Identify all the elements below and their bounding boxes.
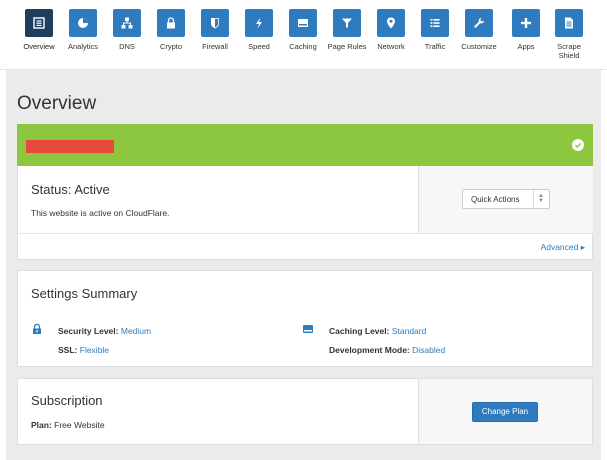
server-icon: [289, 9, 317, 37]
nav-item-overview[interactable]: Overview: [17, 9, 61, 51]
lightning-icon: [245, 9, 273, 37]
security-level-row: Security Level: Medium: [58, 326, 151, 336]
development-mode-value[interactable]: Disabled: [412, 345, 445, 355]
redacted-domain: [26, 140, 114, 153]
caching-level-label: Caching Level:: [329, 326, 390, 336]
plan-label: Plan:: [31, 420, 52, 430]
subscription-actions: Change Plan: [419, 379, 592, 444]
status-title: Status: Active: [31, 182, 110, 197]
page-title: Overview: [17, 93, 97, 114]
nav-label: Overview: [23, 42, 55, 51]
nav-item-traffic[interactable]: Traffic: [413, 9, 457, 51]
caching-level-value[interactable]: Standard: [392, 326, 427, 336]
settings-title: Settings Summary: [31, 286, 138, 301]
nav-label: Network: [377, 42, 405, 51]
nav-item-speed[interactable]: Speed: [237, 9, 281, 51]
advanced-link[interactable]: Advanced ▸: [541, 242, 585, 253]
subscription-title: Subscription: [31, 393, 103, 408]
wrench-icon: [465, 9, 493, 37]
site-banner: [17, 124, 593, 166]
nav-item-firewall[interactable]: Firewall: [193, 9, 237, 51]
nav-label: Page Rules: [327, 42, 367, 51]
nav-label: Customize: [461, 42, 497, 51]
development-mode-label: Development Mode:: [329, 345, 410, 355]
nav-item-dns[interactable]: DNS: [105, 9, 149, 51]
lock-icon: [33, 323, 41, 334]
check-icon: [572, 139, 584, 151]
dropdown-divider: [533, 190, 534, 208]
nav-item-customize[interactable]: Customize: [457, 9, 501, 51]
ssl-label: SSL:: [58, 345, 78, 355]
nav-item-apps[interactable]: Apps: [504, 9, 548, 51]
nav-label: Caching: [289, 42, 317, 51]
nav-label: Firewall: [202, 42, 228, 51]
nav-item-analytics[interactable]: Analytics: [61, 9, 105, 51]
status-footer: Advanced ▸: [18, 233, 593, 259]
quick-actions-dropdown[interactable]: Quick Actions ▲ ▼: [462, 189, 550, 209]
development-mode-row: Development Mode: Disabled: [329, 345, 445, 355]
status-actions: Quick Actions ▲ ▼: [419, 166, 593, 233]
subscription-info: Subscription Plan: Free Website: [18, 379, 419, 444]
plan-value: Free Website: [54, 420, 105, 430]
quick-actions-label: Quick Actions: [471, 195, 520, 204]
plus-icon: [512, 9, 540, 37]
nav-item-network[interactable]: Network: [369, 9, 413, 51]
status-card: Status: Active This website is active on…: [17, 166, 593, 260]
top-nav: Overview Analytics DNS Crypto Firewall S…: [0, 0, 607, 70]
nav-item-crypto[interactable]: Crypto: [149, 9, 193, 51]
lock-icon: [157, 9, 185, 37]
overview-icon: [25, 9, 53, 37]
status-description: This website is active on CloudFlare.: [31, 208, 170, 218]
change-plan-button[interactable]: Change Plan: [472, 402, 538, 422]
main-content: Overview Status: Active This website is …: [6, 70, 601, 460]
nav-label: Traffic: [424, 42, 446, 51]
nav-label: DNS: [119, 42, 135, 51]
nav-item-caching[interactable]: Caching: [281, 9, 325, 51]
caching-level-row: Caching Level: Standard: [329, 326, 426, 336]
filter-icon: [333, 9, 361, 37]
settings-summary-card: Settings Summary Security Level: Medium …: [17, 270, 593, 367]
server-icon: [303, 325, 313, 333]
nav-label: Apps: [517, 42, 535, 51]
ssl-row: SSL: Flexible: [58, 345, 109, 355]
document-icon: [555, 9, 583, 37]
nav-label: Speed: [248, 42, 270, 51]
dns-icon: [113, 9, 141, 37]
nav-label: Analytics: [67, 42, 98, 51]
plan-row: Plan: Free Website: [31, 420, 105, 430]
nav-item-scrape-shield[interactable]: Scrape Shield: [547, 9, 591, 60]
nav-label: Crypto: [159, 42, 183, 51]
location-pin-icon: [377, 9, 405, 37]
ssl-value[interactable]: Flexible: [80, 345, 109, 355]
subscription-card: Subscription Plan: Free Website Change P…: [17, 378, 593, 445]
analytics-icon: [69, 9, 97, 37]
nav-item-page-rules[interactable]: Page Rules: [325, 9, 369, 51]
status-info: Status: Active This website is active on…: [18, 166, 419, 233]
security-level-label: Security Level:: [58, 326, 119, 336]
updown-arrows-icon: ▲ ▼: [538, 193, 544, 204]
security-level-value[interactable]: Medium: [121, 326, 151, 336]
list-icon: [421, 9, 449, 37]
shield-icon: [201, 9, 229, 37]
nav-label: Scrape Shield: [557, 42, 581, 60]
